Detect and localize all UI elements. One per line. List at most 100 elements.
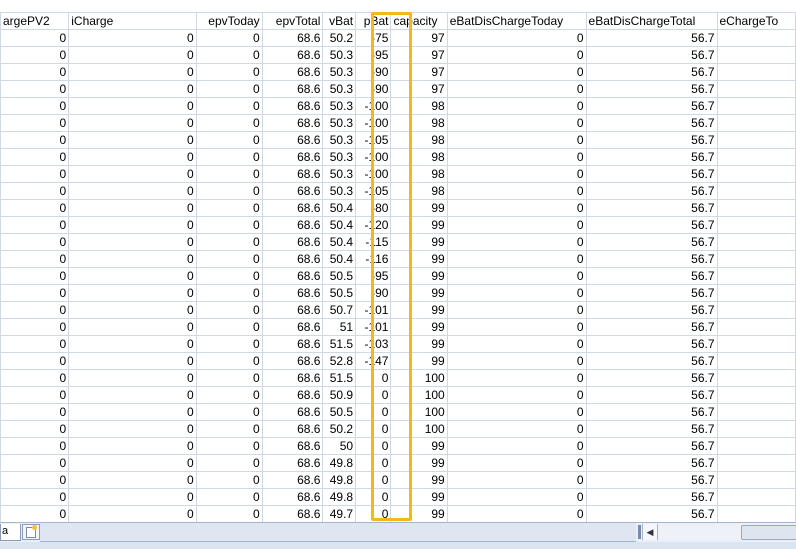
table-cell[interactable]: 0 <box>446 403 587 421</box>
table-cell[interactable]: 68.6 <box>261 335 324 353</box>
table-cell[interactable]: 50.5 <box>322 403 357 421</box>
table-cell[interactable]: 0 <box>195 46 263 64</box>
table-cell[interactable]: 0 <box>0 131 70 149</box>
table-cell[interactable]: 50.3 <box>322 63 357 81</box>
table-cell[interactable]: 99 <box>390 471 448 489</box>
table-cell[interactable]: 0 <box>68 454 197 472</box>
table-cell[interactable]: 50.3 <box>322 114 357 132</box>
table-cell[interactable]: 0 <box>446 114 587 132</box>
table-cell[interactable]: 0 <box>446 63 587 81</box>
table-cell[interactable]: 0 <box>0 114 70 132</box>
table-cell[interactable]: 0 <box>0 46 70 64</box>
table-cell[interactable]: 0 <box>68 233 197 251</box>
table-cell[interactable]: 0 <box>195 352 263 370</box>
table-cell[interactable]: 50.4 <box>322 199 357 217</box>
table-cell[interactable]: 0 <box>68 335 197 353</box>
insert-sheet-icon[interactable] <box>22 524 40 540</box>
table-cell[interactable]: 0 <box>446 97 587 115</box>
table-cell[interactable]: 68.6 <box>261 437 324 455</box>
table-cell[interactable] <box>716 182 796 200</box>
table-cell[interactable]: 0 <box>355 403 392 421</box>
table-cell[interactable]: 99 <box>390 454 448 472</box>
table-cell[interactable]: 52.8 <box>322 352 357 370</box>
table-cell[interactable]: 0 <box>0 471 70 489</box>
column-header[interactable]: vBat <box>322 12 357 30</box>
table-cell[interactable]: 56.7 <box>585 182 718 200</box>
table-cell[interactable]: 0 <box>68 284 197 302</box>
table-cell[interactable]: 0 <box>68 505 197 522</box>
table-cell[interactable]: 0 <box>446 80 587 98</box>
table-cell[interactable]: 0 <box>195 369 263 387</box>
table-cell[interactable]: 0 <box>0 437 70 455</box>
table-cell[interactable]: 0 <box>195 114 263 132</box>
table-cell[interactable]: 68.6 <box>261 233 324 251</box>
table-cell[interactable]: 56.7 <box>585 284 718 302</box>
table-cell[interactable]: 56.7 <box>585 437 718 455</box>
table-cell[interactable]: 50.3 <box>322 80 357 98</box>
table-cell[interactable]: 98 <box>390 114 448 132</box>
table-cell[interactable] <box>716 97 796 115</box>
table-cell[interactable]: 0 <box>0 199 70 217</box>
table-cell[interactable]: 0 <box>0 97 70 115</box>
table-cell[interactable]: 50.3 <box>322 97 357 115</box>
table-cell[interactable]: 68.6 <box>261 46 324 64</box>
table-cell[interactable]: 50.2 <box>322 29 357 47</box>
table-cell[interactable]: 56.7 <box>585 267 718 285</box>
table-cell[interactable]: -101 <box>355 318 392 336</box>
table-cell[interactable]: 0 <box>195 420 263 438</box>
table-cell[interactable]: 0 <box>0 420 70 438</box>
table-cell[interactable] <box>716 250 796 268</box>
table-cell[interactable]: 0 <box>355 505 392 522</box>
table-cell[interactable]: 0 <box>195 182 263 200</box>
table-cell[interactable]: 0 <box>446 335 587 353</box>
table-cell[interactable]: 0 <box>68 131 197 149</box>
table-cell[interactable]: -105 <box>355 182 392 200</box>
table-cell[interactable]: 68.6 <box>261 352 324 370</box>
table-cell[interactable]: 0 <box>68 301 197 319</box>
table-cell[interactable]: -120 <box>355 216 392 234</box>
table-cell[interactable]: 56.7 <box>585 471 718 489</box>
table-cell[interactable]: 49.8 <box>322 488 357 506</box>
table-cell[interactable]: 0 <box>446 131 587 149</box>
table-cell[interactable]: 0 <box>446 420 587 438</box>
table-cell[interactable]: 0 <box>68 199 197 217</box>
table-cell[interactable]: 99 <box>390 505 448 522</box>
table-cell[interactable]: 0 <box>446 46 587 64</box>
table-cell[interactable]: 0 <box>446 165 587 183</box>
table-cell[interactable]: 0 <box>355 454 392 472</box>
table-cell[interactable]: 0 <box>0 165 70 183</box>
table-cell[interactable]: 0 <box>0 63 70 81</box>
table-cell[interactable]: 0 <box>68 182 197 200</box>
table-cell[interactable]: 50.3 <box>322 165 357 183</box>
table-cell[interactable]: 68.6 <box>261 403 324 421</box>
table-cell[interactable] <box>716 471 796 489</box>
table-cell[interactable]: 0 <box>0 454 70 472</box>
table-cell[interactable]: 68.6 <box>261 301 324 319</box>
table-cell[interactable]: 49.8 <box>322 454 357 472</box>
table-cell[interactable] <box>716 318 796 336</box>
table-cell[interactable]: 0 <box>0 386 70 404</box>
table-cell[interactable] <box>716 386 796 404</box>
table-cell[interactable]: 0 <box>68 46 197 64</box>
table-cell[interactable]: 99 <box>390 335 448 353</box>
table-cell[interactable]: 0 <box>0 148 70 166</box>
table-cell[interactable]: 0 <box>68 471 197 489</box>
table-cell[interactable]: 56.7 <box>585 318 718 336</box>
table-cell[interactable]: 0 <box>355 386 392 404</box>
table-cell[interactable]: 49.7 <box>322 505 357 522</box>
column-header[interactable]: epvTotal <box>261 12 324 30</box>
table-cell[interactable]: 0 <box>195 505 263 522</box>
table-cell[interactable]: 0 <box>0 301 70 319</box>
table-cell[interactable]: 0 <box>68 420 197 438</box>
table-cell[interactable]: -90 <box>355 80 392 98</box>
table-cell[interactable]: 0 <box>0 250 70 268</box>
table-cell[interactable]: 56.7 <box>585 352 718 370</box>
table-cell[interactable] <box>716 505 796 522</box>
table-cell[interactable]: 68.6 <box>261 454 324 472</box>
tab-split-handle[interactable] <box>638 525 641 539</box>
table-cell[interactable]: 0 <box>68 114 197 132</box>
table-cell[interactable]: 99 <box>390 437 448 455</box>
table-cell[interactable]: 0 <box>0 29 70 47</box>
table-cell[interactable]: 0 <box>446 386 587 404</box>
table-cell[interactable]: 0 <box>0 233 70 251</box>
